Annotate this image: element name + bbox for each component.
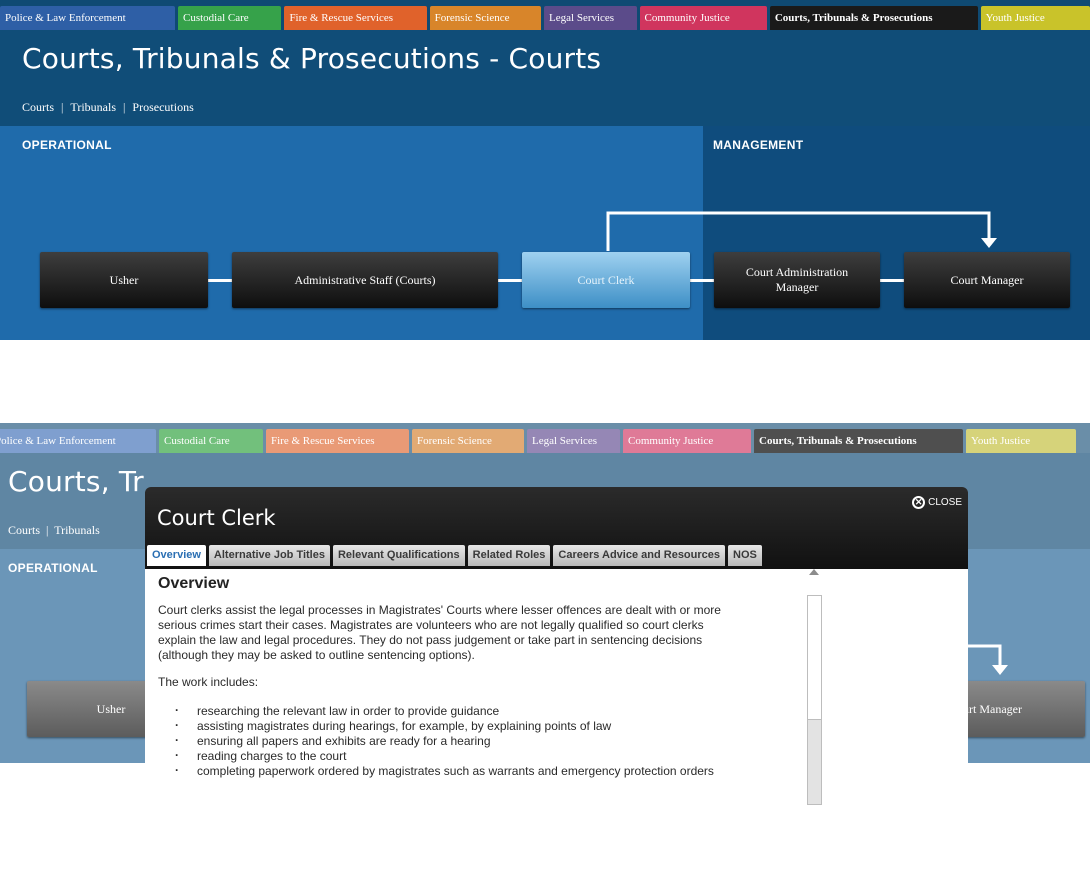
tab-fire-rescue[interactable]: Fire & Rescue Services (284, 6, 427, 30)
page-title: Courts, Tr (8, 465, 144, 498)
subnav-separator: | (61, 100, 64, 114)
list-item: completing paperwork ordered by magistra… (175, 763, 743, 779)
overview-heading: Overview (158, 575, 230, 592)
subnav-partial[interactable]: Courts | Tribunals (8, 523, 100, 538)
subnav-tribunals[interactable]: Tribunals (70, 100, 116, 115)
duties-list: researching the relevant law in order to… (158, 703, 743, 779)
tab-related-roles[interactable]: Related Roles (467, 545, 551, 566)
tab-youth-justice[interactable]: Youth Justice (980, 6, 1090, 30)
tab-community-justice[interactable]: Community Justice (639, 6, 767, 30)
role-court-clerk[interactable]: Court Clerk (522, 252, 690, 308)
operational-label: OPERATIONAL (22, 138, 112, 152)
tab-forensic[interactable]: Forensic Science (412, 429, 524, 453)
tab-police[interactable]: Police & Law Enforcement (0, 429, 156, 453)
subnav-separator: | (123, 100, 126, 114)
page-title: Courts, Tribunals & Prosecutions - Court… (22, 42, 602, 75)
list-item: assisting magistrates during hearings, f… (175, 718, 743, 734)
tab-custodial[interactable]: Custodial Care (159, 429, 263, 453)
tab-overview[interactable]: Overview (147, 545, 206, 566)
close-button[interactable]: ✕ CLOSE (912, 496, 962, 509)
modal-title: Court Clerk (157, 506, 276, 530)
page-header: Courts, Tribunals & Prosecutions - Court… (0, 30, 1090, 126)
career-map-panel: Police & Law Enforcement Custodial Care … (0, 0, 1090, 340)
sector-tab-bar: Police & Law Enforcement Custodial Care … (0, 423, 1090, 453)
list-item: ensuring all papers and exhibits are rea… (175, 733, 743, 749)
subnav: Courts | Tribunals (8, 523, 100, 538)
scrollbar[interactable] (807, 595, 822, 805)
tab-community-justice[interactable]: Community Justice (623, 429, 751, 453)
scrollbar-thumb[interactable] (808, 596, 821, 720)
list-item: reading charges to the court (175, 748, 743, 764)
modal-tab-bar: Overview Alternative Job Titles Relevant… (147, 545, 762, 566)
tab-nos[interactable]: NOS (728, 545, 762, 566)
role-detail-modal: Court Clerk ✕ CLOSE Overview Alternative… (145, 487, 968, 876)
tab-custodial[interactable]: Custodial Care (178, 6, 282, 30)
operational-label: OPERATIONAL (8, 561, 98, 575)
close-label[interactable]: CLOSE (928, 497, 962, 508)
list-item: researching the relevant law in order to… (175, 703, 743, 719)
tab-youth-justice[interactable]: Youth Justice (966, 429, 1076, 453)
scroll-up-arrow-icon[interactable] (809, 569, 819, 575)
tab-careers-advice[interactable]: Careers Advice and Resources (553, 545, 726, 566)
tab-courts[interactable]: Courts, Tribunals & Prosecutions (769, 6, 978, 30)
overview-paragraph: Court clerks assist the legal processes … (158, 603, 721, 662)
close-icon[interactable]: ✕ (912, 496, 926, 509)
subnav: Courts | Tribunals | Prosecutions (22, 100, 194, 115)
role-connector (879, 279, 905, 282)
career-map-panel-with-modal: Police & Law Enforcement Custodial Care … (0, 423, 1090, 876)
tab-alternative-job-titles[interactable]: Alternative Job Titles (208, 545, 330, 566)
work-includes-text: The work includes: (158, 675, 259, 689)
role-usher[interactable]: Usher (40, 252, 208, 308)
tab-legal[interactable]: Legal Services (527, 429, 620, 453)
tab-courts[interactable]: Courts, Tribunals & Prosecutions (754, 429, 963, 453)
role-connector (689, 279, 715, 282)
modal-header: Court Clerk ✕ CLOSE Overview Alternative… (145, 487, 968, 569)
subnav-prosecutions[interactable]: Prosecutions (132, 100, 193, 115)
tab-forensic[interactable]: Forensic Science (429, 6, 542, 30)
overview-content: Court clerks assist the legal processes … (158, 603, 743, 779)
modal-body: Overview Court clerks assist the legal p… (145, 569, 968, 876)
tab-relevant-qualifications[interactable]: Relevant Qualifications (332, 545, 465, 566)
management-label: MANAGEMENT (713, 138, 804, 152)
role-connector (207, 279, 233, 282)
role-administrative-staff[interactable]: Administrative Staff (Courts) (232, 252, 498, 308)
role-connector (497, 279, 523, 282)
role-court-manager[interactable]: Court Manager (904, 252, 1070, 308)
tab-police[interactable]: Police & Law Enforcement (0, 6, 175, 30)
tab-legal[interactable]: Legal Services (544, 6, 637, 30)
sector-tab-bar: Police & Law Enforcement Custodial Care … (0, 0, 1090, 30)
progression-arrow-icon (606, 211, 997, 251)
tab-fire-rescue[interactable]: Fire & Rescue Services (266, 429, 409, 453)
role-court-administration-manager[interactable]: Court Administration Manager (714, 252, 880, 308)
subnav-courts[interactable]: Courts (22, 100, 54, 115)
